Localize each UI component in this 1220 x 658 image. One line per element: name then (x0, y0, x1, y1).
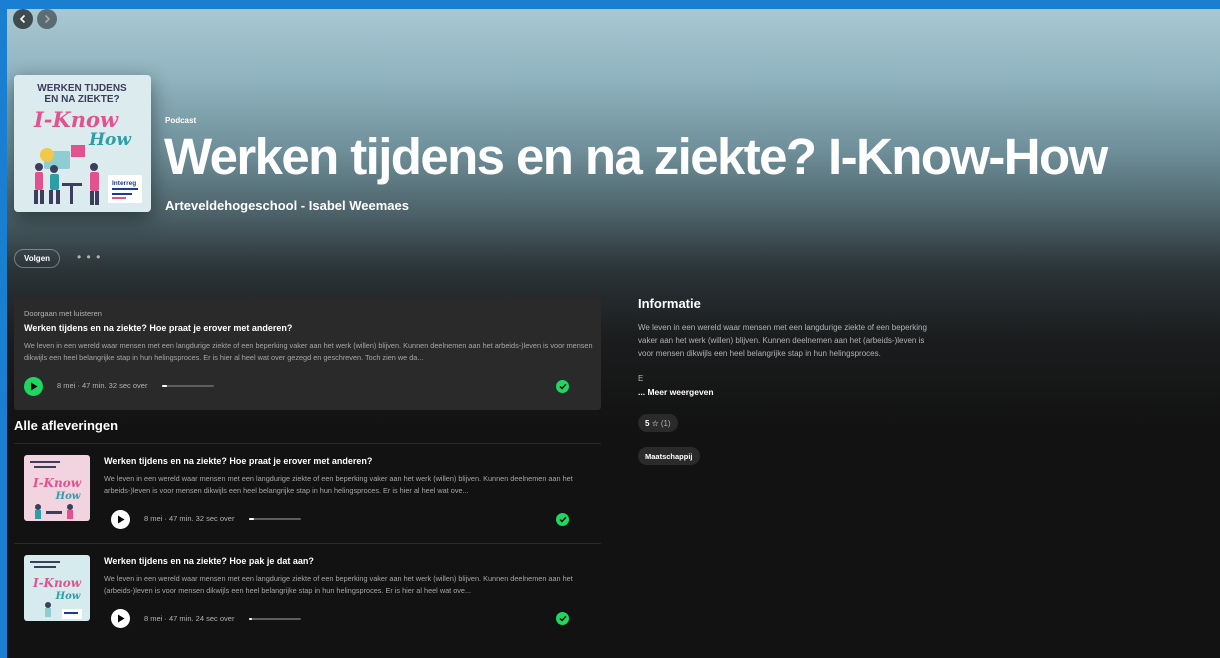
episode-row[interactable]: I-Know How Werken tijdens en na ziekte? … (14, 543, 601, 642)
episode-play-button[interactable] (111, 510, 130, 529)
cover-brand: I-Know (33, 107, 119, 132)
played-check-icon (556, 612, 569, 625)
thumb-brand2: How (55, 491, 81, 502)
forward-button[interactable] (37, 9, 57, 29)
rating-chip[interactable]: 5 ☆ (1) (638, 414, 678, 432)
all-episodes-heading: Alle afleveringen (14, 418, 119, 433)
episode-title[interactable]: Werken tijdens en na ziekte? Hoe pak je … (104, 556, 314, 566)
continue-listening-title[interactable]: Werken tijdens en na ziekte? Hoe praat j… (24, 323, 292, 333)
thumb-brand2: How (55, 591, 81, 602)
continue-listening-progress (162, 385, 214, 387)
thumb-brand: I-Know (32, 576, 82, 590)
more-options-button[interactable]: • • • (77, 250, 101, 264)
back-button[interactable] (13, 9, 33, 29)
podcast-cover-art: WERKEN TIJDENS EN NA ZIEKTE? I-Know How … (14, 75, 151, 212)
play-icon (117, 515, 124, 524)
play-icon (30, 382, 37, 391)
episode-play-button[interactable] (111, 609, 130, 628)
follow-button[interactable]: Volgen (14, 249, 60, 268)
chevron-left-icon (19, 14, 26, 24)
episode-description: We leven in een wereld waar mensen met e… (104, 574, 573, 595)
content-type-label: Podcast (165, 116, 197, 125)
check-icon (559, 516, 567, 523)
continue-listening-label: Doorgaan met luisteren (24, 309, 102, 318)
info-description: We leven in een wereld waar mensen met e… (638, 323, 927, 358)
rating-value: 5 ☆ (645, 418, 659, 428)
continue-listening-card[interactable]: Doorgaan met luisteren Werken tijdens en… (14, 297, 601, 410)
episode-description: We leven in een wereld waar mensen met e… (104, 474, 573, 495)
chevron-right-icon (44, 14, 51, 24)
progress-fill (249, 518, 255, 520)
rating-count: (1) (660, 418, 671, 428)
cover-sponsor: Interreg (112, 180, 136, 187)
podcast-page: WERKEN TIJDENS EN NA ZIEKTE? I-Know How … (7, 9, 1220, 658)
continue-listening-description: We leven in een wereld waar mensen met e… (24, 341, 593, 362)
progress-fill (162, 385, 168, 387)
episode-meta: 8 mei · 47 min. 24 sec over (144, 614, 235, 623)
play-icon (117, 614, 124, 623)
episode-progress (249, 518, 301, 520)
check-icon (559, 615, 567, 622)
episode-title[interactable]: Werken tijdens en na ziekte? Hoe praat j… (104, 456, 372, 466)
episode-thumbnail: I-Know How (24, 455, 90, 521)
continue-play-button[interactable] (24, 377, 43, 396)
played-check-icon (556, 380, 569, 393)
cover-line2: EN NA ZIEKTE? (44, 94, 119, 105)
cover-line1: WERKEN TIJDENS (37, 83, 127, 94)
check-icon (559, 383, 567, 390)
podcast-author-link[interactable]: Arteveldehogeschool - Isabel Weemaes (165, 198, 409, 213)
cover-brand2: How (88, 130, 132, 150)
progress-fill (249, 618, 252, 620)
info-heading: Informatie (638, 296, 701, 311)
continue-listening-meta: 8 mei · 47 min. 32 sec over (57, 381, 148, 390)
episode-meta: 8 mei · 47 min. 32 sec over (144, 514, 235, 523)
episode-row[interactable]: I-Know How Werken tijdens en na ziekte? … (14, 443, 601, 542)
episode-progress (249, 618, 301, 620)
thumb-brand: I-Know (32, 476, 82, 490)
played-check-icon (556, 513, 569, 526)
page-title: Werken tijdens en na ziekte? I-Know-How (164, 128, 1108, 185)
episode-thumbnail: I-Know How (24, 555, 90, 621)
category-tag[interactable]: Maatschappij (638, 447, 700, 465)
info-description-tail: E (638, 374, 644, 383)
show-more-link[interactable]: ... Meer weergeven (638, 387, 714, 397)
